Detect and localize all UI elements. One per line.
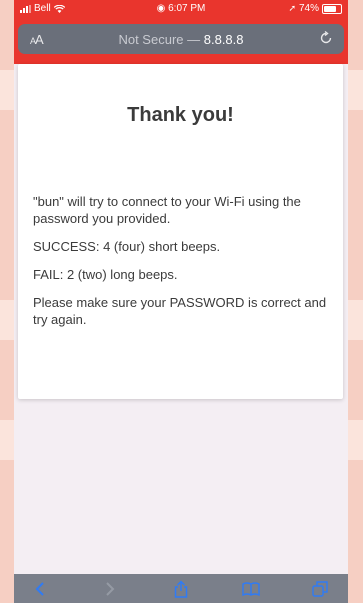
- message-paragraph: SUCCESS: 4 (four) short beeps.: [33, 239, 221, 254]
- content-card: Thank you! "bun" will try to connect to …: [18, 64, 343, 399]
- battery-fill: [324, 5, 336, 12]
- message-paragraph: Please make sure your PASSWORD is correc…: [33, 295, 327, 327]
- forward-icon[interactable]: [100, 580, 118, 598]
- browser-toolbar: [14, 574, 348, 603]
- security-label: Not Secure —: [118, 32, 201, 47]
- phone-screen: Bell ◉ 6:07 PM ➚ 74% AA Not Secure — 8.8…: [14, 0, 348, 603]
- record-icon: ◉: [156, 3, 166, 14]
- share-icon[interactable]: [172, 580, 190, 598]
- status-time: 6:07 PM: [168, 3, 206, 14]
- back-icon[interactable]: [32, 580, 50, 598]
- url-bar: AA Not Secure — 8.8.8.8: [14, 18, 348, 64]
- battery-icon: [322, 3, 342, 14]
- url-text[interactable]: Not Secure — 8.8.8.8: [18, 32, 344, 47]
- page-title: Thank you!: [127, 104, 234, 126]
- url-domain: 8.8.8.8: [203, 32, 244, 47]
- address-field[interactable]: AA Not Secure — 8.8.8.8: [18, 24, 344, 54]
- reload-icon[interactable]: [318, 30, 334, 46]
- message-paragraph: "bun" will try to connect to your Wi-Fi …: [33, 194, 301, 226]
- tabs-icon[interactable]: [311, 580, 329, 598]
- battery-group: ➚ 74%: [288, 3, 342, 14]
- bookmarks-icon[interactable]: [242, 580, 260, 598]
- battery-percent: 74%: [298, 3, 319, 14]
- status-bar: Bell ◉ 6:07 PM ➚ 74%: [14, 0, 348, 18]
- message-body: "bun" will try to connect to your Wi-Fi …: [33, 193, 333, 339]
- location-icon: ➚: [288, 3, 296, 13]
- message-paragraph: FAIL: 2 (two) long beeps.: [33, 267, 178, 282]
